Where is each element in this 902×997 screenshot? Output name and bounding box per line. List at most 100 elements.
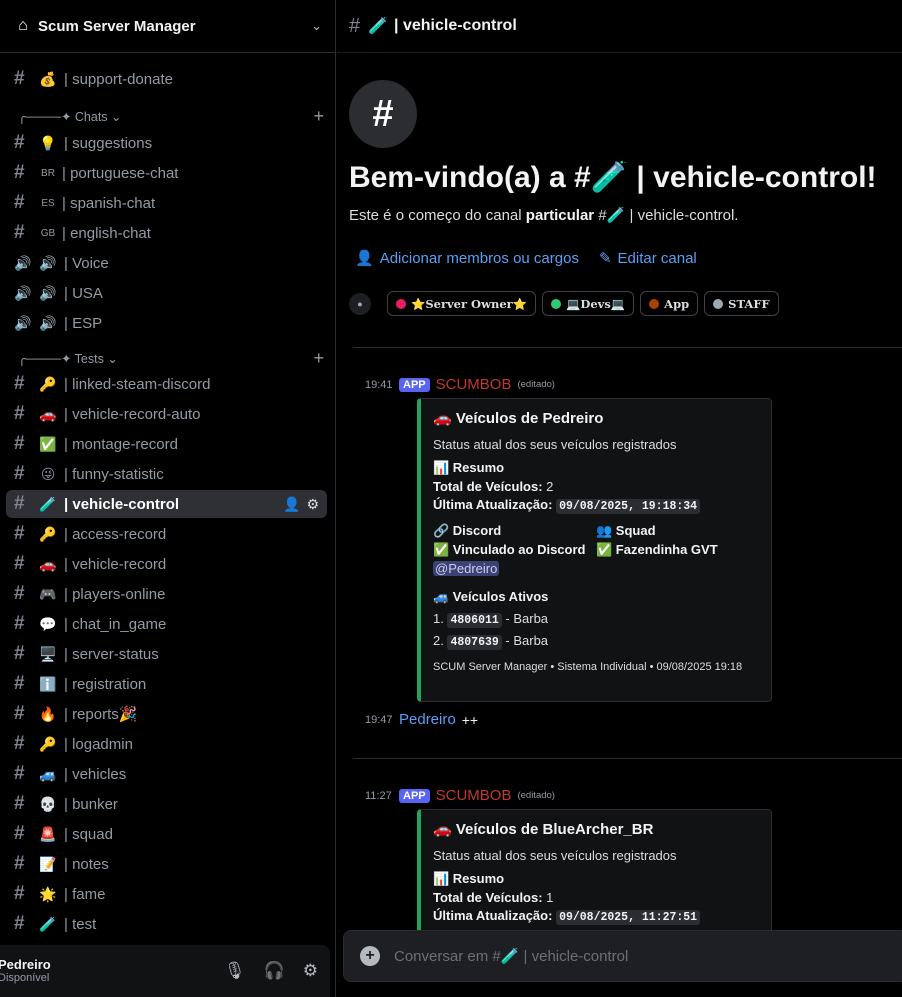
category-label: ✦ Tests — [60, 351, 104, 366]
channel-emoji: 🧪 — [606, 207, 626, 224]
chevron-down-icon[interactable]: ⌄ — [311, 18, 322, 34]
gear-icon[interactable]: ⚙ — [306, 496, 319, 513]
embed-summary-label: 📊 Resumo — [433, 871, 759, 887]
channel-item[interactable]: # 🖥️ | server-status — [6, 640, 327, 668]
channel-item[interactable]: # ✅ | montage-record — [6, 430, 327, 458]
channel-label: | linked-steam-discord — [64, 375, 211, 393]
channel-emoji: 🔑 — [39, 525, 57, 542]
squad-value-text: ✅ Fazendinha GVT — [596, 542, 718, 557]
channel-hash-icon: # — [14, 913, 25, 934]
channel-item[interactable]: # ℹ️ | registration — [6, 670, 327, 698]
mention-line: @Pedreiro — [433, 561, 596, 576]
channel-hash-icon: # — [14, 673, 25, 694]
category-chats[interactable]: ╭──── ✦ Chats ⌄ + — [18, 106, 328, 126]
update-value: 09/08/2025, 11:27:51 — [556, 910, 701, 925]
channel-label: | registration — [64, 675, 147, 693]
add-channel-icon[interactable]: + — [313, 348, 324, 369]
welcome-title: Bem-vindo(a) a #🧪 | vehicle-control! — [349, 160, 902, 195]
channel-emoji: 🔊 — [39, 254, 57, 271]
vehicle-id: 4806011 — [447, 613, 502, 628]
category-tests[interactable]: ╭──── ✦ Tests ⌄ + — [18, 348, 328, 368]
channel-item[interactable]: 🔊 🔊 | USA — [6, 279, 327, 307]
category-label: ✦ Chats — [60, 109, 108, 124]
message-author[interactable]: SCUMBOB — [436, 787, 512, 804]
user-mention[interactable]: @Pedreiro — [433, 561, 500, 576]
role-pill[interactable]: ⭐Server Owner⭐ — [387, 291, 537, 316]
channel-hash-icon: # — [14, 643, 25, 664]
channel-item[interactable]: # 🚗 | vehicle-record — [6, 550, 327, 578]
channel-item[interactable]: # 🧪 | test — [6, 910, 327, 938]
embed-title: 🚗 Veículos de BlueArcher_BR — [433, 821, 654, 838]
channel-hash-icon: # — [14, 823, 25, 844]
add-members-label: Adicionar membros ou cargos — [379, 250, 579, 267]
avatar[interactable]: ● — [349, 292, 371, 315]
channel-label: | Voice — [64, 254, 109, 272]
user-info[interactable]: Pedreiro Disponível — [0, 957, 51, 984]
channel-item[interactable]: # 🧪 | vehicle-control 👤 ⚙ — [6, 490, 327, 518]
channel-emoji: 🔑 — [39, 735, 57, 752]
role-pill[interactable]: 💻Devs💻 — [542, 291, 635, 316]
add-channel-icon[interactable]: + — [313, 106, 324, 127]
channel-hash-icon: # — [14, 583, 25, 604]
channel-item[interactable]: # 🔥 | reports🎉 — [6, 700, 327, 728]
channel-item[interactable]: 🔊 🔊 | ESP — [6, 309, 327, 337]
embed-description: Status atual dos seus veículos registrad… — [433, 848, 677, 863]
role-pill[interactable]: App — [640, 291, 699, 316]
channel-item[interactable]: # 📝 | notes — [6, 850, 327, 878]
channel-item[interactable]: # 🔑 | linked-steam-discord — [6, 370, 327, 398]
gear-icon[interactable]: ⚙ — [303, 961, 318, 981]
channel-item[interactable]: # 💀 | bunker — [6, 790, 327, 818]
channel-item[interactable]: # 🔑 | access-record — [6, 520, 327, 548]
channel-label: | USA — [64, 284, 103, 302]
speaker-icon: 🔊 — [14, 254, 32, 271]
vehicle-index: 1. — [433, 611, 444, 626]
channel-item[interactable]: # 💡 | suggestions — [6, 129, 327, 157]
channel-item[interactable]: # 🚨 | squad — [6, 820, 327, 848]
channel-lock-hash-icon: # — [349, 80, 417, 148]
channel-item[interactable]: # 😜 | funny-statistic — [6, 460, 327, 488]
message-author[interactable]: SCUMBOB — [436, 376, 512, 393]
app-window: ⌂ Scum Server Manager ⌄ # 💰 | support-do… — [0, 0, 902, 997]
message-input[interactable] — [394, 947, 794, 965]
edit-channel-button[interactable]: ✎ Editar canal — [599, 249, 697, 267]
channel-item[interactable]: # 🚗 | vehicle-record-auto — [6, 400, 327, 428]
channel-support-donate[interactable]: # 💰 | support-donate — [6, 65, 327, 93]
channel-emoji: 💰 — [39, 70, 57, 87]
speaker-icon: 🔊 — [14, 284, 32, 301]
user-controls: 🎙 🎧 ⚙ — [224, 961, 318, 981]
flag-code: ES — [41, 197, 55, 209]
add-attachment-icon[interactable]: + — [360, 946, 380, 966]
channel-item[interactable]: # GB | english-chat — [6, 219, 327, 247]
headphones-icon[interactable]: 🎧 — [264, 961, 285, 981]
channel-hash-icon: # — [349, 14, 361, 37]
channel-emoji: 🔊 — [39, 284, 57, 301]
channel-label: | portuguese-chat — [62, 164, 179, 182]
channel-item[interactable]: # ES | spanish-chat — [6, 189, 327, 217]
channel-item[interactable]: # 🚙 | vehicles — [6, 760, 327, 788]
channel-hash-icon: # — [14, 613, 25, 634]
total-value: 1 — [542, 890, 554, 905]
server-icon: ⌂ — [18, 17, 28, 34]
channel-emoji: 🚨 — [39, 825, 57, 842]
invite-icon[interactable]: 👤 — [283, 496, 300, 513]
channel-hash-icon: # — [14, 523, 25, 544]
channel-hash-icon: # — [14, 553, 25, 574]
channel-item[interactable]: # 💬 | chat_in_game — [6, 610, 327, 638]
role-pill[interactable]: STAFF — [704, 291, 779, 316]
add-members-button[interactable]: 👤 Adicionar membros ou cargos — [355, 249, 579, 267]
divider — [353, 347, 902, 348]
channel-item[interactable]: # 🎮 | players-online — [6, 580, 327, 608]
message-author[interactable]: Pedreiro — [399, 711, 456, 728]
category-line-icon: ╭──── — [18, 351, 61, 366]
channel-tools: 👤 ⚙ — [283, 496, 319, 513]
channel-emoji: 🧪 — [39, 495, 57, 512]
channel-hash-icon: # — [14, 162, 25, 183]
channel-item[interactable]: 🔊 🔊 | Voice — [6, 249, 327, 277]
microphone-icon[interactable]: 🎙 — [224, 961, 246, 981]
channel-item[interactable]: # 🌟 | fame — [6, 880, 327, 908]
channel-item[interactable]: # 🔑 | logadmin — [6, 730, 327, 758]
channel-item[interactable]: # BR | portuguese-chat — [6, 159, 327, 187]
channel-label: | bunker — [64, 795, 118, 813]
channel-label: | test — [64, 915, 97, 933]
server-header[interactable]: ⌂ Scum Server Manager ⌄ — [0, 0, 336, 53]
